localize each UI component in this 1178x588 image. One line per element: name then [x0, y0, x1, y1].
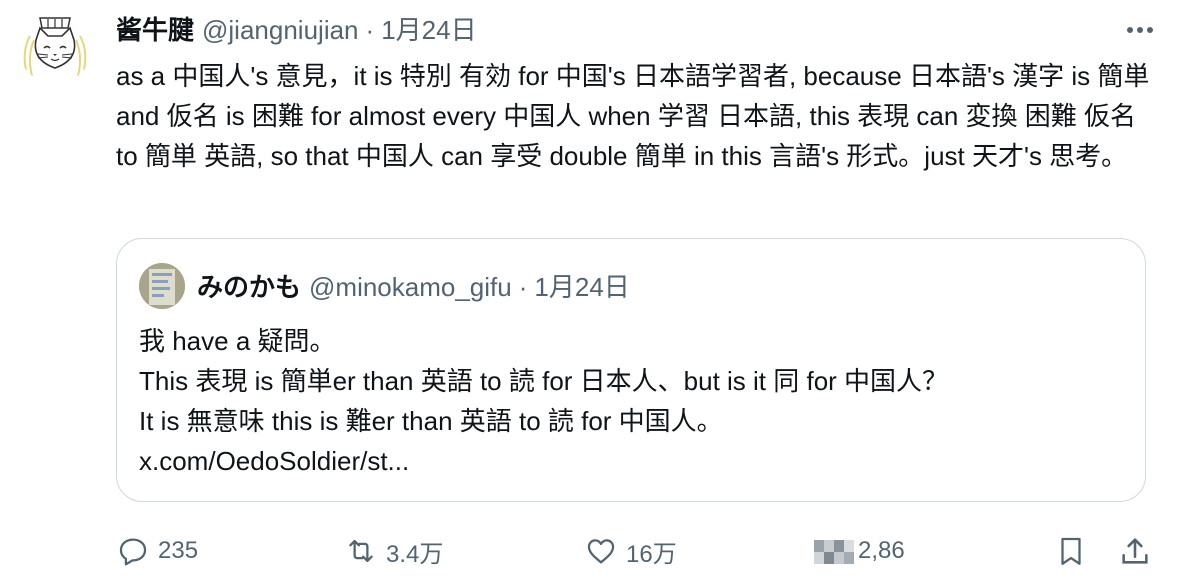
quoted-tweet[interactable]: みのかも @minokamo_gifu · 1月24日 我 have a 疑問。…: [116, 238, 1146, 502]
like-button[interactable]: 16万: [584, 530, 677, 572]
reply-count: 235: [158, 537, 199, 564]
retweet-icon: [349, 539, 373, 563]
pixelated-overlay: [814, 540, 854, 564]
more-options-icon: [1127, 27, 1153, 33]
header-separator: ·: [365, 15, 375, 45]
quoted-tweet-header: みのかも @minokamo_gifu · 1月24日: [197, 269, 630, 305]
author-display-name[interactable]: 酱牛腱: [116, 12, 194, 48]
reply-button[interactable]: 235: [116, 530, 198, 572]
share-button[interactable]: [1118, 530, 1152, 572]
views-count: 2,86: [858, 537, 905, 564]
quoted-author-avatar[interactable]: [139, 263, 185, 309]
photo-avatar-icon: [139, 263, 185, 309]
quoted-link[interactable]: x.com/OedoSoldier/st...: [139, 441, 1129, 481]
author-handle[interactable]: @jiangniujian: [202, 12, 359, 48]
retweet-button[interactable]: 3.4万: [344, 530, 443, 572]
quoted-author-handle: @minokamo_gifu: [309, 272, 512, 302]
cat-chef-avatar-icon: [18, 10, 92, 84]
quoted-text-line: It is 無意味 this is 難er than 英語 to 読 for 中…: [139, 406, 723, 436]
tweet[interactable]: 酱牛腱 @jiangniujian · 1月24日 as a 中国人's 意見，…: [0, 0, 1178, 588]
quoted-text-line: This 表現 is 簡単er than 英語 to 読 for 日本人、but…: [139, 366, 949, 396]
action-bar: 235 3.4万 16万 2,86: [116, 530, 1166, 572]
quoted-tweet-text: 我 have a 疑問。 This 表現 is 簡単er than 英語 to …: [139, 321, 1129, 481]
quoted-tweet-date: 1月24日: [534, 272, 630, 302]
tweet-header: 酱牛腱 @jiangniujian · 1月24日: [116, 12, 477, 48]
quoted-header-separator: ·: [518, 272, 528, 302]
quoted-author-display-name: みのかも: [197, 272, 302, 302]
bookmark-icon: [1061, 537, 1081, 565]
retweet-count: 3.4万: [386, 540, 444, 568]
bookmark-button[interactable]: [1054, 530, 1088, 572]
author-avatar[interactable]: [18, 10, 92, 84]
more-options-button[interactable]: [1122, 18, 1158, 42]
quoted-text-line: 我 have a 疑問。: [139, 326, 336, 356]
reply-icon: [119, 538, 147, 566]
tweet-date[interactable]: 1月24日: [381, 12, 476, 48]
share-icon: [1122, 538, 1148, 564]
like-icon: [587, 539, 615, 564]
like-count: 16万: [626, 540, 677, 568]
tweet-text: as a 中国人's 意見，it is 特別 有効 for 中国's 日本語学習…: [116, 61, 1150, 171]
